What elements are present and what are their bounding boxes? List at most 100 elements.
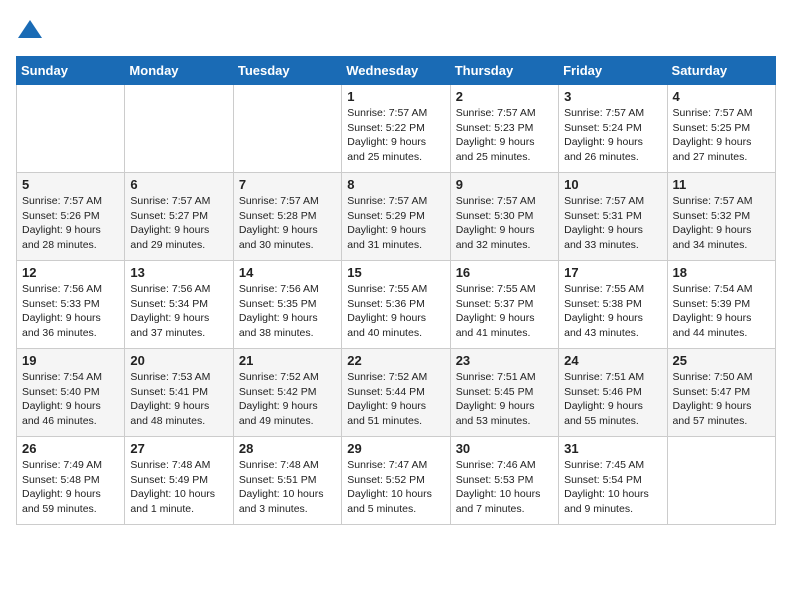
day-info: Sunrise: 7:56 AM Sunset: 5:34 PM Dayligh… [130, 282, 227, 341]
day-number: 4 [673, 89, 770, 104]
calendar-cell: 20 Sunrise: 7:53 AM Sunset: 5:41 PM Dayli… [125, 349, 233, 437]
day-number: 16 [456, 265, 553, 280]
day-number: 25 [673, 353, 770, 368]
calendar-week-row: 5 Sunrise: 7:57 AM Sunset: 5:26 PM Daylig… [17, 173, 776, 261]
calendar-cell: 7 Sunrise: 7:57 AM Sunset: 5:28 PM Daylig… [233, 173, 341, 261]
page-header [16, 16, 776, 44]
day-number: 23 [456, 353, 553, 368]
day-info: Sunrise: 7:57 AM Sunset: 5:30 PM Dayligh… [456, 194, 553, 253]
day-info: Sunrise: 7:51 AM Sunset: 5:45 PM Dayligh… [456, 370, 553, 429]
day-info: Sunrise: 7:55 AM Sunset: 5:37 PM Dayligh… [456, 282, 553, 341]
calendar-cell: 16 Sunrise: 7:55 AM Sunset: 5:37 PM Dayli… [450, 261, 558, 349]
calendar-cell: 21 Sunrise: 7:52 AM Sunset: 5:42 PM Dayli… [233, 349, 341, 437]
day-number: 11 [673, 177, 770, 192]
day-number: 19 [22, 353, 119, 368]
day-number: 24 [564, 353, 661, 368]
day-number: 5 [22, 177, 119, 192]
weekday-header: Friday [559, 57, 667, 85]
day-info: Sunrise: 7:48 AM Sunset: 5:51 PM Dayligh… [239, 458, 336, 517]
calendar-cell: 8Sunrise: 7:57 AM Sunset: 5:29 PM Daylig… [342, 173, 450, 261]
calendar-cell: 27 Sunrise: 7:48 AM Sunset: 5:49 PM Dayli… [125, 437, 233, 525]
calendar-cell: 14 Sunrise: 7:56 AM Sunset: 5:35 PM Dayli… [233, 261, 341, 349]
calendar-cell: 10 Sunrise: 7:57 AM Sunset: 5:31 PM Dayli… [559, 173, 667, 261]
day-info: Sunrise: 7:50 AM Sunset: 5:47 PM Dayligh… [673, 370, 770, 429]
day-info: Sunrise: 7:57 AM Sunset: 5:27 PM Dayligh… [130, 194, 227, 253]
calendar-cell: 28 Sunrise: 7:48 AM Sunset: 5:51 PM Dayli… [233, 437, 341, 525]
day-info: Sunrise: 7:49 AM Sunset: 5:48 PM Dayligh… [22, 458, 119, 517]
day-info: Sunrise: 7:52 AM Sunset: 5:44 PM Dayligh… [347, 370, 444, 429]
day-info: Sunrise: 7:53 AM Sunset: 5:41 PM Dayligh… [130, 370, 227, 429]
calendar-week-row: 1 Sunrise: 7:57 AM Sunset: 5:22 PM Daylig… [17, 85, 776, 173]
day-info: Sunrise: 7:57 AM Sunset: 5:26 PM Dayligh… [22, 194, 119, 253]
calendar-cell: 4 Sunrise: 7:57 AM Sunset: 5:25 PM Daylig… [667, 85, 775, 173]
calendar-cell: 31Sunrise: 7:45 AM Sunset: 5:54 PM Dayli… [559, 437, 667, 525]
calendar-table: SundayMondayTuesdayWednesdayThursdayFrid… [16, 56, 776, 525]
logo [16, 16, 48, 44]
calendar-cell: 2 Sunrise: 7:57 AM Sunset: 5:23 PM Daylig… [450, 85, 558, 173]
calendar-cell [667, 437, 775, 525]
calendar-cell: 25 Sunrise: 7:50 AM Sunset: 5:47 PM Dayli… [667, 349, 775, 437]
day-number: 3 [564, 89, 661, 104]
day-info: Sunrise: 7:51 AM Sunset: 5:46 PM Dayligh… [564, 370, 661, 429]
day-number: 9 [456, 177, 553, 192]
calendar-week-row: 26 Sunrise: 7:49 AM Sunset: 5:48 PM Dayli… [17, 437, 776, 525]
calendar-cell [233, 85, 341, 173]
day-number: 2 [456, 89, 553, 104]
day-number: 10 [564, 177, 661, 192]
calendar-cell: 1 Sunrise: 7:57 AM Sunset: 5:22 PM Daylig… [342, 85, 450, 173]
day-info: Sunrise: 7:57 AM Sunset: 5:25 PM Dayligh… [673, 106, 770, 165]
day-number: 7 [239, 177, 336, 192]
day-number: 12 [22, 265, 119, 280]
day-info: Sunrise: 7:57 AM Sunset: 5:29 PM Dayligh… [347, 194, 444, 253]
logo-icon [16, 16, 44, 44]
day-info: Sunrise: 7:56 AM Sunset: 5:35 PM Dayligh… [239, 282, 336, 341]
weekday-header: Tuesday [233, 57, 341, 85]
day-info: Sunrise: 7:48 AM Sunset: 5:49 PM Dayligh… [130, 458, 227, 517]
calendar-week-row: 12Sunrise: 7:56 AM Sunset: 5:33 PM Dayli… [17, 261, 776, 349]
day-info: Sunrise: 7:57 AM Sunset: 5:22 PM Dayligh… [347, 106, 444, 165]
day-number: 15 [347, 265, 444, 280]
day-info: Sunrise: 7:57 AM Sunset: 5:31 PM Dayligh… [564, 194, 661, 253]
weekday-header: Saturday [667, 57, 775, 85]
day-number: 28 [239, 441, 336, 456]
day-info: Sunrise: 7:47 AM Sunset: 5:52 PM Dayligh… [347, 458, 444, 517]
calendar-cell: 29Sunrise: 7:47 AM Sunset: 5:52 PM Dayli… [342, 437, 450, 525]
calendar-cell: 15 Sunrise: 7:55 AM Sunset: 5:36 PM Dayli… [342, 261, 450, 349]
calendar-cell: 11Sunrise: 7:57 AM Sunset: 5:32 PM Dayli… [667, 173, 775, 261]
day-number: 18 [673, 265, 770, 280]
calendar-cell: 12Sunrise: 7:56 AM Sunset: 5:33 PM Dayli… [17, 261, 125, 349]
calendar-cell: 9 Sunrise: 7:57 AM Sunset: 5:30 PM Daylig… [450, 173, 558, 261]
day-info: Sunrise: 7:57 AM Sunset: 5:28 PM Dayligh… [239, 194, 336, 253]
day-info: Sunrise: 7:57 AM Sunset: 5:24 PM Dayligh… [564, 106, 661, 165]
day-number: 21 [239, 353, 336, 368]
day-info: Sunrise: 7:55 AM Sunset: 5:36 PM Dayligh… [347, 282, 444, 341]
weekday-header: Monday [125, 57, 233, 85]
calendar-cell: 3 Sunrise: 7:57 AM Sunset: 5:24 PM Daylig… [559, 85, 667, 173]
weekday-header: Thursday [450, 57, 558, 85]
calendar-cell [125, 85, 233, 173]
calendar-cell: 18 Sunrise: 7:54 AM Sunset: 5:39 PM Dayli… [667, 261, 775, 349]
day-number: 1 [347, 89, 444, 104]
calendar-cell [17, 85, 125, 173]
day-number: 14 [239, 265, 336, 280]
day-number: 22 [347, 353, 444, 368]
day-number: 30 [456, 441, 553, 456]
calendar-cell: 19 Sunrise: 7:54 AM Sunset: 5:40 PM Dayli… [17, 349, 125, 437]
day-number: 27 [130, 441, 227, 456]
calendar-cell: 17Sunrise: 7:55 AM Sunset: 5:38 PM Dayli… [559, 261, 667, 349]
day-info: Sunrise: 7:45 AM Sunset: 5:54 PM Dayligh… [564, 458, 661, 517]
calendar-cell: 24 Sunrise: 7:51 AM Sunset: 5:46 PM Dayli… [559, 349, 667, 437]
day-info: Sunrise: 7:57 AM Sunset: 5:23 PM Dayligh… [456, 106, 553, 165]
day-info: Sunrise: 7:54 AM Sunset: 5:40 PM Dayligh… [22, 370, 119, 429]
calendar-week-row: 19 Sunrise: 7:54 AM Sunset: 5:40 PM Dayli… [17, 349, 776, 437]
calendar-cell: 26 Sunrise: 7:49 AM Sunset: 5:48 PM Dayli… [17, 437, 125, 525]
calendar-cell: 13Sunrise: 7:56 AM Sunset: 5:34 PM Dayli… [125, 261, 233, 349]
day-number: 20 [130, 353, 227, 368]
day-info: Sunrise: 7:52 AM Sunset: 5:42 PM Dayligh… [239, 370, 336, 429]
weekday-row: SundayMondayTuesdayWednesdayThursdayFrid… [17, 57, 776, 85]
calendar-cell: 5 Sunrise: 7:57 AM Sunset: 5:26 PM Daylig… [17, 173, 125, 261]
day-number: 26 [22, 441, 119, 456]
calendar-cell: 6Sunrise: 7:57 AM Sunset: 5:27 PM Daylig… [125, 173, 233, 261]
day-info: Sunrise: 7:54 AM Sunset: 5:39 PM Dayligh… [673, 282, 770, 341]
calendar-cell: 23 Sunrise: 7:51 AM Sunset: 5:45 PM Dayli… [450, 349, 558, 437]
